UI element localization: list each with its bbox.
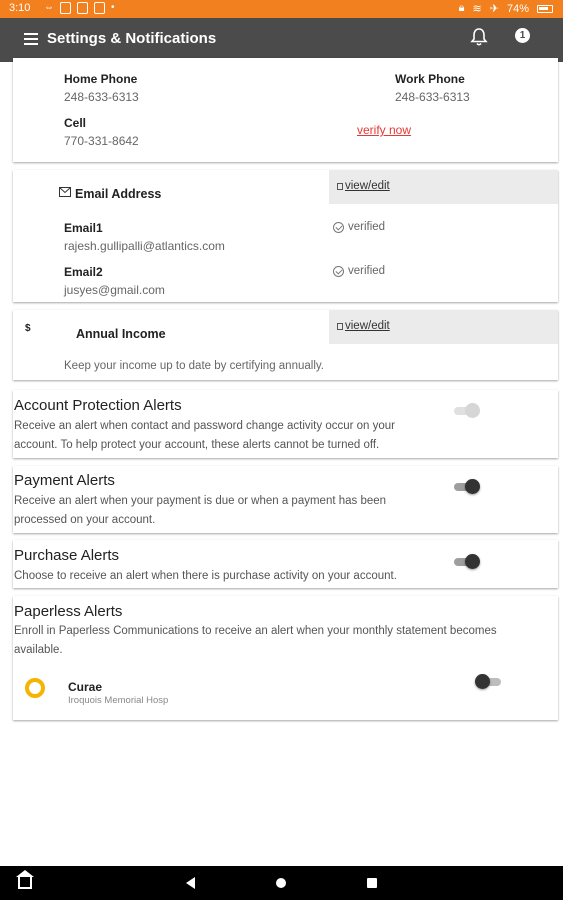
phone-card: Home Phone 248-633-6313 Work Phone 248-6… xyxy=(13,58,558,162)
email2-status-text: verified xyxy=(348,265,386,277)
verify-now-link[interactable]: verify now xyxy=(357,123,411,137)
email2-status: verified xyxy=(333,265,385,277)
email1-status: verified xyxy=(333,221,385,233)
email-section-title: Email Address xyxy=(75,187,162,201)
edit-icon xyxy=(337,182,343,190)
work-phone-label: Work Phone xyxy=(395,72,465,86)
income-view-edit-area: view/edit xyxy=(329,310,558,344)
purchase-alerts-description: Choose to receive an alert when there is… xyxy=(14,570,397,582)
dot-icon: • xyxy=(111,2,115,13)
paperless-toggle[interactable] xyxy=(475,674,503,690)
status-notification-icons: ⇔ • xyxy=(44,2,115,14)
edit-icon xyxy=(337,322,343,330)
account-notification-icon xyxy=(94,2,105,14)
email2-value: jusyes@gmail.com xyxy=(64,283,165,297)
dollar-icon: $ xyxy=(25,323,31,334)
paperless-alerts-title: Paperless Alerts xyxy=(14,603,123,620)
chat-icon: ⇔ xyxy=(44,2,54,13)
paperless-account-name: Curae xyxy=(68,680,103,694)
email2-label: Email2 xyxy=(64,265,103,279)
page-title: Settings & Notifications xyxy=(47,30,217,47)
check-circle-icon xyxy=(333,265,344,277)
system-navigation-bar xyxy=(0,866,563,900)
home-phone-label: Home Phone xyxy=(64,72,138,86)
paperless-alerts-card: Paperless Alerts Enroll in Paperless Com… xyxy=(13,596,558,720)
payment-alerts-card: Payment Alerts Receive an alert when you… xyxy=(13,466,558,533)
email1-value: rajesh.gullipalli@atlantics.com xyxy=(64,239,225,253)
home-phone-value: 248-633-6313 xyxy=(64,90,139,104)
lock-icon: 🔒︎ xyxy=(458,2,465,14)
check-circle-icon xyxy=(333,221,344,233)
email-view-edit-area: view/edit xyxy=(329,170,558,204)
battery-icon xyxy=(537,4,553,13)
purchase-alerts-toggle[interactable] xyxy=(452,554,480,570)
status-bar: 3:10 ⇔ • 🔒︎ ≋ ✈ 74% xyxy=(0,0,563,18)
paperless-alerts-description: Enroll in Paperless Communications to re… xyxy=(14,625,497,656)
payment-alerts-toggle[interactable] xyxy=(452,479,480,495)
settings-content: Home Phone 248-633-6313 Work Phone 248-6… xyxy=(0,58,563,866)
home-icon[interactable] xyxy=(276,878,286,888)
income-description: Keep your income up to date by certifyin… xyxy=(64,360,324,372)
battery-percent: 74% xyxy=(506,2,529,15)
notification-count-badge[interactable]: 1 xyxy=(515,28,530,43)
email-view-edit-label: view/edit xyxy=(345,180,390,192)
income-card: view/edit $ Annual Income Keep your inco… xyxy=(13,310,558,380)
clock: 3:10 xyxy=(9,2,31,14)
account-protection-description: Receive an alert when contact and passwo… xyxy=(14,420,395,451)
envelope-icon xyxy=(59,187,71,197)
account-protection-title: Account Protection Alerts xyxy=(14,397,182,414)
payment-alerts-description: Receive an alert when your payment is du… xyxy=(14,495,387,526)
payment-alerts-title: Payment Alerts xyxy=(14,472,115,489)
app-bar: Settings & Notifications 1 xyxy=(0,18,563,62)
income-view-edit-label: view/edit xyxy=(345,320,390,332)
bell-icon[interactable] xyxy=(470,27,488,47)
back-icon[interactable] xyxy=(186,877,195,889)
account-protection-alerts-card: Account Protection Alerts Receive an ale… xyxy=(13,390,558,458)
email1-label: Email1 xyxy=(64,221,103,235)
email1-status-text: verified xyxy=(348,221,386,233)
income-section-title: Annual Income xyxy=(76,327,166,341)
email-view-edit-link[interactable]: view/edit xyxy=(337,180,390,192)
curae-logo-icon xyxy=(25,678,45,698)
image-notification-icon xyxy=(77,2,88,14)
paperless-account-subtitle: Iroquois Memorial Hosp xyxy=(68,695,169,706)
cell-phone-label: Cell xyxy=(64,116,87,130)
status-system-icons: 🔒︎ ≋ ✈ 74% xyxy=(459,2,553,15)
purchase-alerts-title: Purchase Alerts xyxy=(14,547,120,564)
account-protection-toggle xyxy=(452,403,480,419)
income-view-edit-link[interactable]: view/edit xyxy=(337,320,390,332)
purchase-alerts-card: Purchase Alerts Choose to receive an ale… xyxy=(13,540,558,588)
recent-apps-icon[interactable] xyxy=(367,878,377,888)
hamburger-menu-icon[interactable] xyxy=(24,33,38,45)
app-notification-icon xyxy=(60,2,71,14)
airplane-icon: ✈ xyxy=(489,3,499,15)
email-card: view/edit Email Address Email1 rajesh.gu… xyxy=(13,170,558,302)
home-shortcut-icon[interactable] xyxy=(16,870,34,889)
work-phone-value: 248-633-6313 xyxy=(395,90,470,104)
cell-phone-value: 770-331-8642 xyxy=(64,134,139,148)
wifi-icon: ≋ xyxy=(472,3,482,15)
